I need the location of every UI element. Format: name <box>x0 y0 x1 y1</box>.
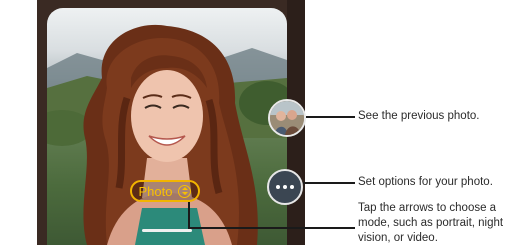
callout-mode-line-2: mode, such as portrait, night <box>358 217 504 229</box>
callout-previous-photo: See the previous photo. <box>358 110 480 122</box>
callout-mode-line-3: vision, or video. <box>358 232 438 244</box>
callout-options: Set options for your photo. <box>358 176 493 188</box>
callout-mode-line-1: Tap the arrows to choose a <box>358 202 497 214</box>
